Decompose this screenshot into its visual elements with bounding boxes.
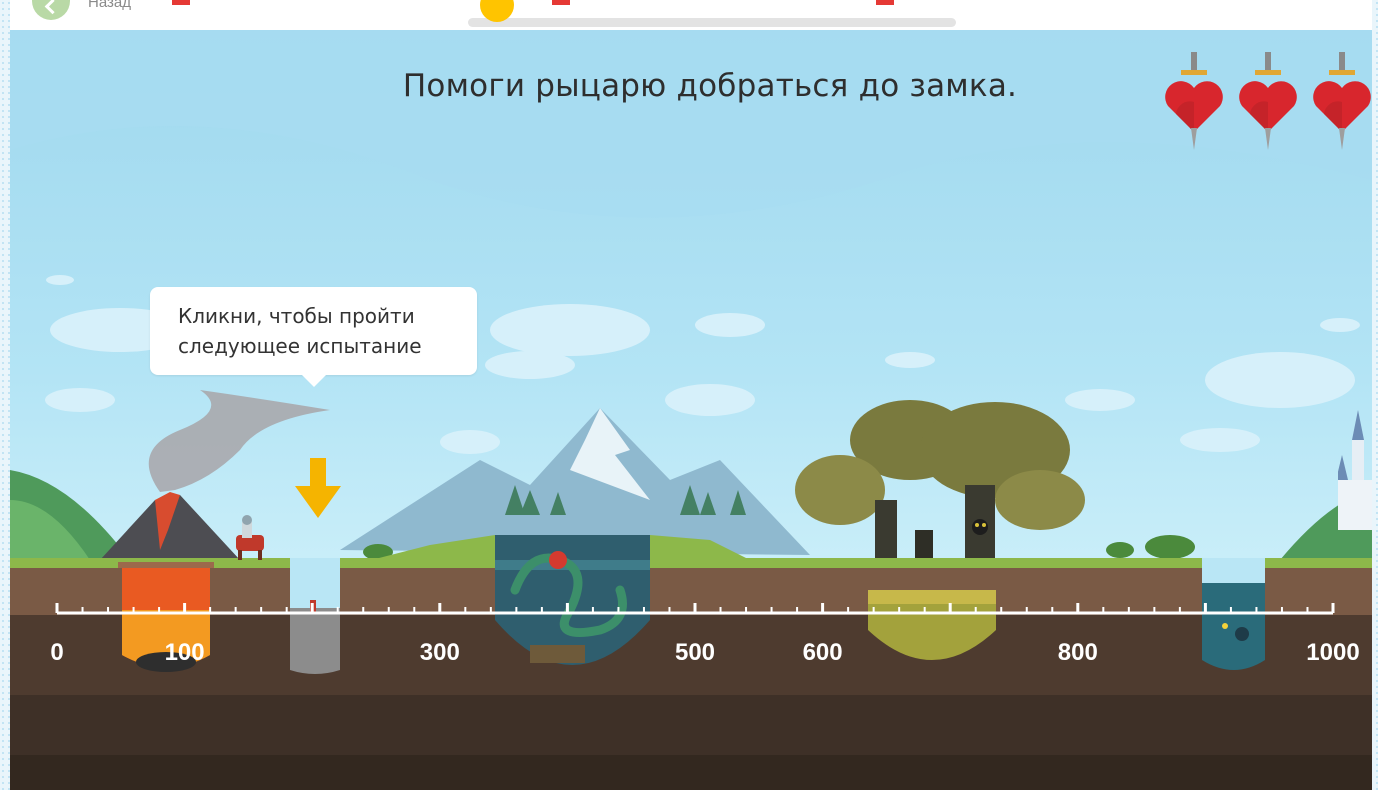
- progress-marker: [876, 0, 894, 5]
- arrow-down-icon[interactable]: [295, 458, 341, 520]
- progress-marker: [552, 0, 570, 5]
- game-area: Помоги рыцарю добраться до замка. Кликни…: [10, 30, 1372, 790]
- stage-forest[interactable]: [868, 410, 998, 670]
- heart-with-sword-icon: [1165, 52, 1223, 150]
- ruler-label: 500: [674, 639, 716, 666]
- castle-icon: [1338, 410, 1372, 530]
- stage-lake-dragon[interactable]: [495, 535, 650, 675]
- lives-indicator: [1164, 50, 1372, 154]
- hint-text: Кликни, чтобы пройти следующее испытание: [178, 301, 468, 361]
- ruler-label: 100: [164, 639, 205, 666]
- ruler-label: 300: [419, 639, 460, 666]
- knight-icon: [236, 515, 264, 560]
- stage-well[interactable]: [1202, 558, 1265, 673]
- back-button[interactable]: [32, 0, 70, 20]
- heart-with-sword-icon: [1313, 52, 1371, 150]
- back-label[interactable]: Назад: [88, 0, 131, 11]
- heart-with-sword-icon: [1239, 52, 1297, 150]
- progress-bar: [468, 18, 956, 27]
- hint-line-2: следующее испытание: [178, 334, 422, 358]
- ruler-label: 800: [1057, 639, 1098, 666]
- ruler-label: 0: [50, 639, 64, 666]
- stage-pit[interactable]: [288, 558, 342, 673]
- hint-line-1: Кликни, чтобы пройти: [178, 304, 415, 328]
- ruler-label: 1000: [1306, 639, 1360, 666]
- progress-marker: [172, 0, 190, 5]
- top-bar: Назад: [10, 0, 1372, 30]
- ruler-label: 600: [802, 639, 843, 666]
- hint-tooltip: Кликни, чтобы пройти следующее испытание: [150, 287, 477, 387]
